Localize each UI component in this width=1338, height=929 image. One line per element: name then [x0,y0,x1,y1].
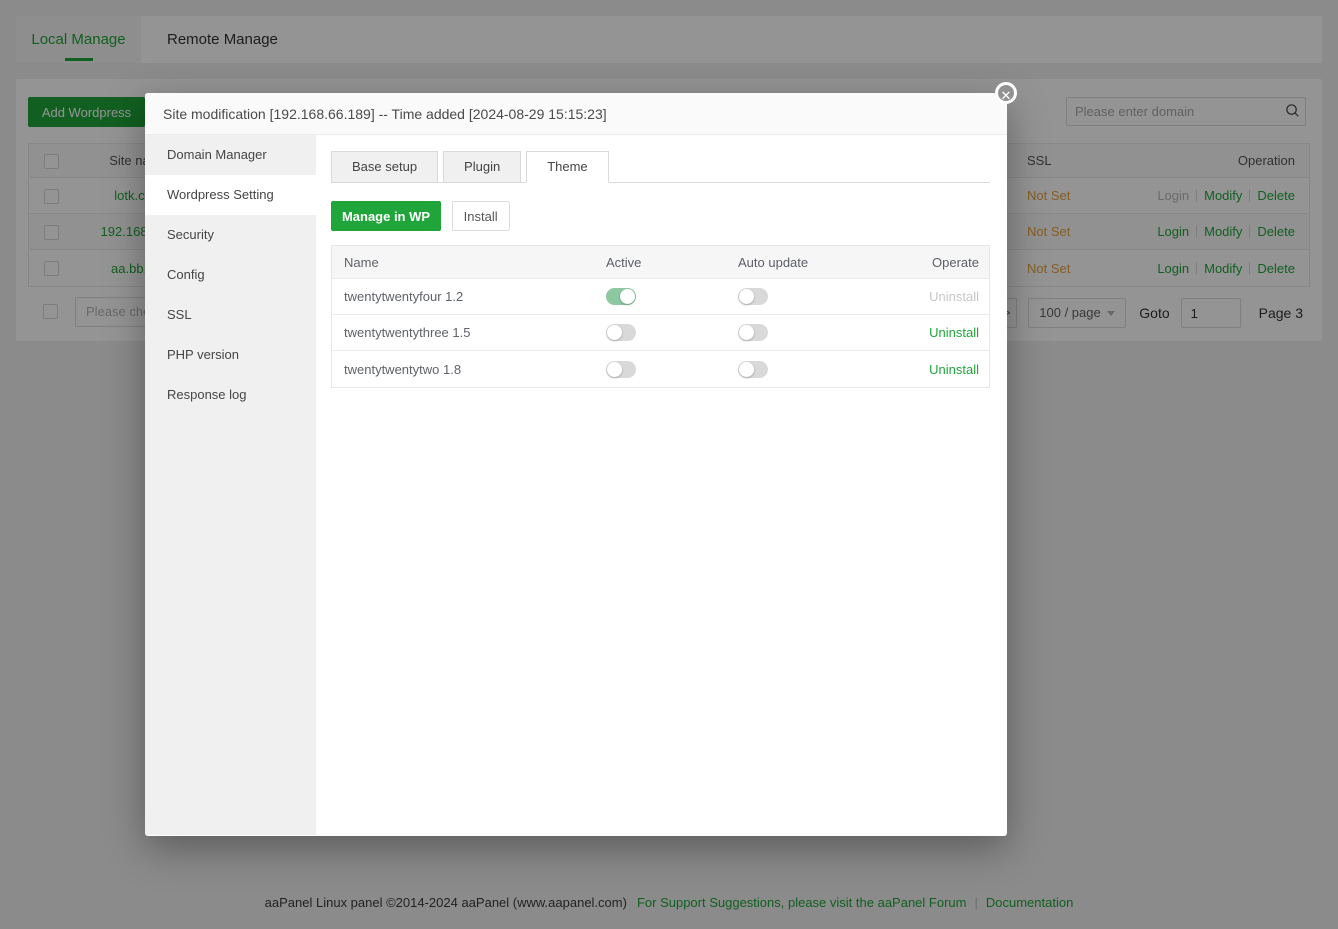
theme-row: twentytwentyfour 1.2 Uninstall [332,279,989,315]
sidebar-item-security[interactable]: Security [145,215,316,255]
theme-name: twentytwentytwo 1.8 [332,362,606,377]
sidebar-item-wordpress-setting[interactable]: Wordpress Setting [145,175,316,215]
sidebar-item-php-version[interactable]: PHP version [145,335,316,375]
install-button[interactable]: Install [452,201,510,231]
auto-update-toggle[interactable] [738,361,768,378]
site-modification-modal: ✕ Site modification [192.168.66.189] -- … [145,93,1007,836]
auto-update-header: Auto update [738,255,879,270]
active-header: Active [606,255,738,270]
sidebar-item-response-log[interactable]: Response log [145,375,316,415]
close-icon[interactable]: ✕ [995,82,1017,104]
theme-row: twentytwentythree 1.5 Uninstall [332,315,989,351]
uninstall-link[interactable]: Uninstall [929,289,979,304]
tab-plugin[interactable]: Plugin [443,151,521,183]
uninstall-link[interactable]: Uninstall [929,325,979,340]
sidebar-item-domain-manager[interactable]: Domain Manager [145,135,316,175]
name-header: Name [332,255,606,270]
sidebar-item-config[interactable]: Config [145,255,316,295]
tab-theme[interactable]: Theme [526,151,608,183]
auto-update-toggle[interactable] [738,324,768,341]
tab-base-setup[interactable]: Base setup [331,151,438,183]
active-toggle[interactable] [606,288,636,305]
auto-update-toggle[interactable] [738,288,768,305]
uninstall-link[interactable]: Uninstall [929,362,979,377]
operate-header: Operate [879,255,989,270]
theme-name: twentytwentyfour 1.2 [332,289,606,304]
active-toggle[interactable] [606,324,636,341]
modal-title: Site modification [192.168.66.189] -- Ti… [145,93,1007,135]
theme-row: twentytwentytwo 1.8 Uninstall [332,351,989,387]
wordpress-setting-tabs: Base setup Plugin Theme [331,151,990,183]
manage-in-wp-button[interactable]: Manage in WP [331,201,441,231]
modal-sidebar: Domain Manager Wordpress Setting Securit… [145,135,316,835]
theme-name: twentytwentythree 1.5 [332,325,606,340]
theme-table: Name Active Auto update Operate twentytw… [331,245,990,388]
active-toggle[interactable] [606,361,636,378]
theme-table-header: Name Active Auto update Operate [332,246,989,279]
sidebar-item-ssl[interactable]: SSL [145,295,316,335]
